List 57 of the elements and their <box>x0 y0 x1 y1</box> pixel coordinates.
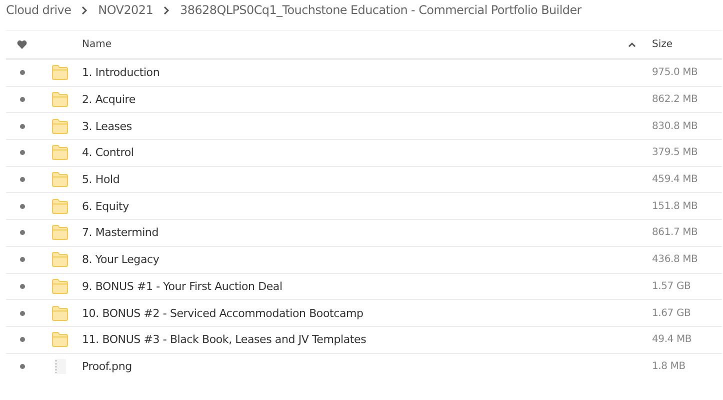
file-size: 861.7 MB <box>652 227 699 238</box>
folder-icon <box>52 145 68 160</box>
chevron-icon <box>81 6 88 14</box>
breadcrumb-link[interactable]: Cloud drive <box>6 3 72 17</box>
size-column-header[interactable]: Size <box>652 39 673 50</box>
heart-icon[interactable] <box>17 40 27 49</box>
file-name[interactable]: 10. BONUS #2 - Serviced Accommodation Bootcamp <box>82 306 612 320</box>
name-column-header[interactable]: Name <box>82 39 112 50</box>
bullet-icon <box>20 310 24 316</box>
bullet-icon <box>20 337 24 342</box>
file-name[interactable]: 4. Control <box>82 146 612 160</box>
file-size: 1.8 MB <box>652 360 686 372</box>
folder-icon <box>52 65 68 80</box>
file-name[interactable]: 7. Mastermind <box>82 226 612 240</box>
file-name[interactable]: 11. BONUS #3 - Black Book, Leases and JV Templates <box>82 333 612 346</box>
file-size: 151.8 MB <box>652 200 699 212</box>
file-size: 49.4 MB <box>652 334 693 346</box>
folder-icon <box>52 198 68 214</box>
file-name[interactable]: 6. Equity <box>82 200 612 213</box>
bullet-icon <box>20 124 24 129</box>
file-size: 1.57 GB <box>652 280 692 292</box>
file-size: 830.8 MB <box>652 120 699 132</box>
file-size: 459.4 MB <box>652 174 699 186</box>
bullet-icon <box>20 70 24 76</box>
bullet-icon <box>20 97 24 102</box>
bullet-icon <box>20 177 24 182</box>
breadcrumb-link[interactable]: 38628QLPS0Cq1_Touchstone Education - Commercial Portfolio Builder <box>180 3 582 17</box>
file-size: 1.67 GB <box>652 308 692 319</box>
file-size: 379.5 MB <box>652 147 699 158</box>
file-name[interactable]: 8. Your Legacy <box>82 253 612 266</box>
file-name[interactable]: Proof.png <box>82 360 612 373</box>
file-icon <box>52 358 68 374</box>
sort-caret-icon[interactable] <box>628 42 636 47</box>
file-name[interactable]: 2. Acquire <box>82 93 612 106</box>
folder-icon <box>52 332 68 348</box>
breadcrumb-link[interactable]: NOV2021 <box>98 3 154 17</box>
file-size: 862.2 MB <box>652 94 699 106</box>
file-size: 436.8 MB <box>652 254 699 266</box>
file-size: 975.0 MB <box>652 67 699 78</box>
file-name[interactable]: 3. Leases <box>82 120 612 133</box>
folder-icon <box>52 118 68 134</box>
bullet-icon <box>20 230 24 236</box>
folder-icon <box>52 92 68 108</box>
folder-icon <box>52 278 68 294</box>
folder-icon <box>52 172 68 188</box>
file-name[interactable]: 1. Introduction <box>82 66 612 80</box>
file-name[interactable]: 9. BONUS #1 - Your First Auction Deal <box>82 280 612 293</box>
chevron-icon <box>163 6 170 14</box>
bullet-icon <box>20 150 24 156</box>
file-name[interactable]: 5. Hold <box>82 173 612 186</box>
folder-icon <box>52 252 68 268</box>
folder-icon <box>52 225 68 240</box>
folder-icon <box>52 306 68 321</box>
bullet-icon <box>20 204 24 209</box>
bullet-icon <box>20 284 24 289</box>
bullet-icon <box>20 257 24 262</box>
bullet-icon <box>20 364 24 369</box>
